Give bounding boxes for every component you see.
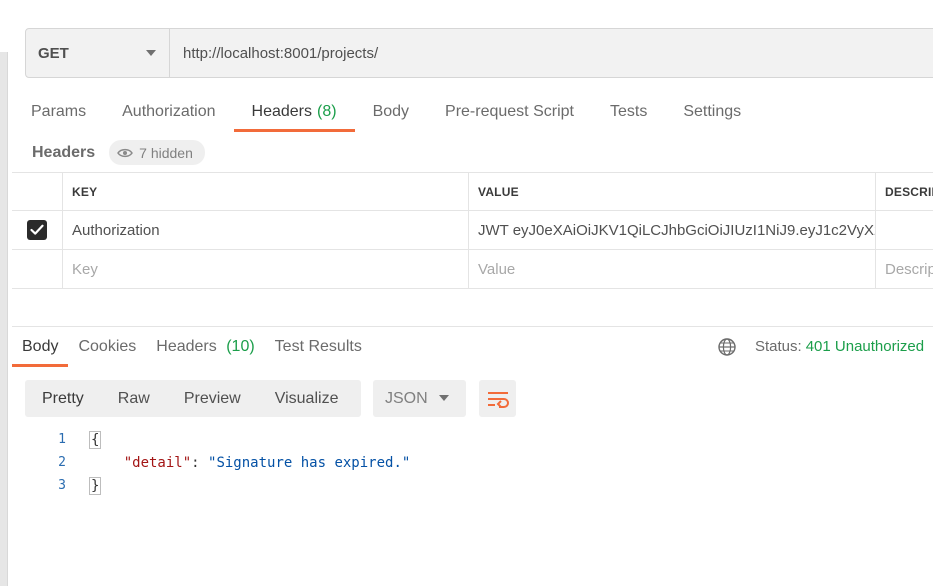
chevron-down-icon: [439, 395, 449, 401]
tab-label: Params: [31, 103, 87, 120]
headers-section-header: Headers 7 hidden: [32, 140, 205, 165]
language-label: JSON: [385, 389, 428, 407]
format-toggle-group: Pretty Raw Preview Visualize: [25, 380, 361, 417]
tab-label: Settings: [683, 103, 742, 120]
code-line: 3 }: [0, 474, 410, 497]
tab-headers[interactable]: Headers (8): [233, 92, 355, 132]
description-placeholder: Description: [885, 260, 933, 278]
tab-label: Cookies: [78, 338, 137, 355]
headers-table: KEY VALUE DESCRIPTION Authorization JWT …: [12, 172, 933, 289]
value-placeholder: Value: [478, 260, 516, 278]
tab-authorization[interactable]: Authorization: [104, 92, 233, 132]
request-url-bar: GET: [25, 28, 933, 78]
tab-label: Headers: [251, 103, 312, 120]
table-row-empty: Key Value Description: [12, 250, 933, 289]
tab-count: (8): [317, 103, 337, 120]
new-value-input[interactable]: Value: [469, 250, 876, 288]
code-text: }: [88, 476, 102, 495]
column-header-value: VALUE: [469, 173, 876, 211]
tab-label: Body: [22, 338, 59, 355]
json-value: "Signature has expired.": [208, 454, 411, 471]
tab-body[interactable]: Body: [355, 92, 427, 132]
key-placeholder: Key: [72, 260, 98, 278]
line-number: 2: [58, 455, 66, 470]
format-raw-button[interactable]: Raw: [101, 380, 167, 417]
new-description-input[interactable]: Description: [876, 250, 933, 288]
table-row: Authorization JWT eyJ0eXAiOiJKV1QiLCJhbG…: [12, 211, 933, 250]
format-pretty-button[interactable]: Pretty: [25, 380, 101, 417]
method-label: GET: [38, 44, 69, 62]
status-label: Status:: [755, 338, 802, 355]
json-key: "detail": [123, 454, 192, 471]
tab-label: Authorization: [122, 103, 216, 120]
format-preview-button[interactable]: Preview: [167, 380, 258, 417]
table-header-row: KEY VALUE DESCRIPTION: [12, 173, 933, 211]
open-brace: {: [88, 430, 102, 449]
tab-params[interactable]: Params: [13, 92, 104, 132]
hidden-count-label: 7 hidden: [139, 144, 193, 161]
chevron-down-icon: [146, 50, 156, 56]
globe-icon[interactable]: [717, 337, 737, 357]
json-colon: :: [191, 454, 209, 471]
hidden-headers-toggle[interactable]: 7 hidden: [109, 140, 205, 165]
header-value-cell[interactable]: JWT eyJ0eXAiOiJKV1QiLCJhbGciOiJIUzI1NiJ9…: [469, 211, 876, 249]
headers-title: Headers: [32, 143, 96, 161]
response-tab-test-results[interactable]: Test Results: [265, 327, 372, 367]
eye-icon: [117, 148, 134, 157]
response-body-viewer[interactable]: 1 { 2 "detail": "Signature has expired."…: [0, 428, 410, 497]
response-status: Status: 401 Unauthorized: [755, 338, 924, 355]
url-input[interactable]: [170, 29, 933, 77]
wrap-lines-icon: [487, 391, 509, 408]
close-brace: }: [88, 476, 102, 495]
code-text: {: [88, 430, 102, 449]
line-number: 3: [58, 478, 66, 493]
row-checkbox-cell: [12, 211, 63, 249]
request-tabs: Params Authorization Headers (8) Body Pre…: [13, 92, 759, 132]
row-enabled-checkbox[interactable]: [27, 220, 47, 240]
response-tab-cookies[interactable]: Cookies: [68, 327, 146, 367]
tab-pre-request-script[interactable]: Pre-request Script: [427, 92, 592, 132]
tab-label: Pre-request Script: [445, 103, 574, 120]
response-tabs: Body Cookies Headers (10) Test Results: [12, 327, 372, 367]
tab-settings[interactable]: Settings: [665, 92, 759, 132]
tab-count: (10): [226, 338, 255, 355]
status-value[interactable]: 401 Unauthorized: [806, 338, 924, 355]
format-visualize-button[interactable]: Visualize: [258, 380, 356, 417]
header-key-cell[interactable]: Authorization: [63, 211, 469, 249]
response-tab-body[interactable]: Body: [12, 327, 69, 367]
code-line: 1 {: [0, 428, 410, 451]
tab-label: Tests: [609, 103, 648, 120]
column-header-description: DESCRIPTION: [885, 185, 933, 199]
response-tab-headers[interactable]: Headers (10): [146, 327, 264, 367]
empty-checkbox-cell: [12, 250, 63, 288]
language-select[interactable]: JSON: [373, 380, 466, 417]
line-number: 1: [58, 432, 66, 447]
tab-label: Headers: [156, 338, 217, 355]
wrap-lines-button[interactable]: [479, 380, 516, 417]
method-select[interactable]: GET: [26, 29, 170, 77]
tab-tests[interactable]: Tests: [592, 92, 665, 132]
tab-label: Test Results: [274, 338, 362, 355]
check-icon: [30, 224, 44, 235]
header-value-text: JWT eyJ0eXAiOiJKV1QiLCJhbGciOiJIUzI1NiJ9…: [478, 221, 876, 239]
left-scrollbar[interactable]: [0, 52, 8, 586]
new-key-input[interactable]: Key: [63, 250, 469, 288]
code-text: "detail": "Signature has expired.": [90, 454, 411, 471]
code-line: 2 "detail": "Signature has expired.": [0, 451, 410, 474]
tab-label: Body: [372, 103, 410, 120]
column-header-key: KEY: [63, 173, 469, 211]
header-key-text: Authorization: [72, 221, 160, 239]
header-checkbox-cell: [12, 173, 63, 211]
header-description-cell[interactable]: [876, 211, 933, 249]
